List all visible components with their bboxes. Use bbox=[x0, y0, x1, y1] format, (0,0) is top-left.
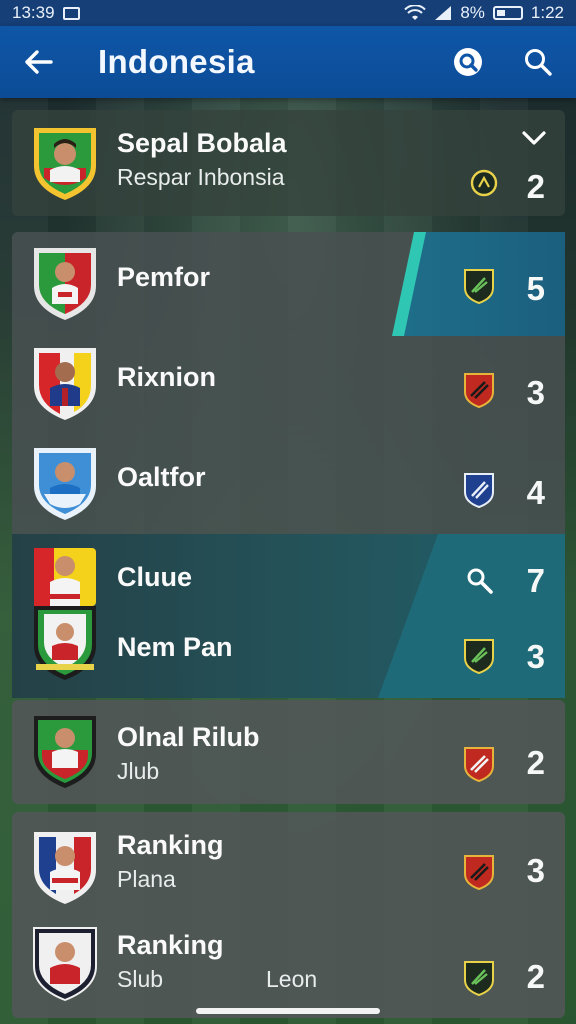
page-title: Indonesia bbox=[98, 43, 255, 80]
team-count: 3 bbox=[526, 638, 545, 675]
search-icon[interactable] bbox=[465, 566, 495, 596]
battery-percent: 8% bbox=[460, 3, 485, 22]
list-item[interactable]: Pemfor 5 bbox=[12, 232, 565, 336]
search-button[interactable] bbox=[518, 42, 558, 82]
battery-icon bbox=[492, 6, 523, 20]
list-item[interactable]: Cluue 7 bbox=[12, 536, 565, 610]
team-name: Oaltfor bbox=[117, 462, 206, 492]
team-count: 3 bbox=[526, 852, 545, 889]
header-card[interactable]: Sepal Bobala Respar Inbonsia 2 bbox=[12, 110, 565, 216]
home-indicator[interactable] bbox=[196, 1008, 380, 1014]
status-left: 13:39 bbox=[12, 3, 80, 23]
app-actions bbox=[448, 42, 558, 82]
team-crest bbox=[34, 128, 96, 200]
wifi-icon bbox=[404, 5, 427, 20]
header-count: 2 bbox=[526, 168, 545, 205]
team-crest bbox=[34, 716, 96, 788]
team-count: 5 bbox=[526, 270, 545, 307]
list-item[interactable]: Olnal Rilub Jlub 2 bbox=[12, 700, 565, 804]
search-icon bbox=[525, 49, 552, 76]
team-crest bbox=[34, 548, 96, 606]
team-name: Pemfor bbox=[117, 262, 211, 292]
status-time-right: 1:22 bbox=[530, 3, 564, 22]
signal-icon bbox=[435, 6, 452, 20]
team-list-card: Pemfor 5 Rixnion 3 Oaltfor 4 Cluue 7 Nem… bbox=[12, 232, 565, 698]
team-count: 7 bbox=[526, 562, 545, 599]
list-item[interactable]: Nem Pan 3 bbox=[12, 602, 565, 698]
app-bar: Indonesia bbox=[0, 26, 576, 98]
back-arrow-icon bbox=[25, 50, 53, 74]
team-crest bbox=[34, 606, 96, 680]
team-count: 4 bbox=[526, 474, 545, 511]
team-crest bbox=[33, 927, 97, 1002]
club-badge-icon bbox=[464, 269, 494, 304]
list-item[interactable]: Oaltfor 4 bbox=[12, 436, 565, 536]
team-count: 2 bbox=[526, 744, 545, 781]
team-count: 3 bbox=[526, 374, 545, 411]
header-name: Sepal Bobala bbox=[117, 128, 287, 158]
team-name: Rixnion bbox=[117, 362, 216, 392]
team-crest bbox=[34, 348, 96, 420]
filter-search-button[interactable] bbox=[448, 42, 488, 82]
club-badge-icon bbox=[464, 855, 494, 890]
notification-icon bbox=[62, 6, 80, 20]
team-sub: Jlub bbox=[117, 758, 160, 784]
team-sub: Slub bbox=[117, 966, 164, 992]
team-crest bbox=[34, 248, 96, 320]
search-circle-icon bbox=[454, 48, 482, 76]
team-name: Ranking bbox=[117, 930, 224, 960]
club-badge-icon bbox=[464, 373, 494, 408]
team-list-card[interactable]: Olnal Rilub Jlub 2 bbox=[12, 700, 565, 804]
status-bar: 13:39 8% 1:22 bbox=[0, 0, 576, 26]
club-badge-icon bbox=[464, 639, 494, 674]
team-list-card: Ranking Plana 3 Ranking Slub Leon 2 bbox=[12, 812, 565, 1018]
club-badge-icon bbox=[470, 169, 498, 197]
team-name: Nem Pan bbox=[117, 632, 233, 662]
team-extra: Leon bbox=[266, 966, 318, 992]
team-count: 2 bbox=[526, 958, 545, 995]
club-badge-icon bbox=[464, 747, 494, 782]
team-sub: Plana bbox=[117, 866, 176, 892]
team-name: Olnal Rilub bbox=[117, 722, 260, 752]
status-right: 8% 1:22 bbox=[404, 3, 564, 23]
club-badge-icon bbox=[464, 961, 494, 996]
header-sub: Respar Inbonsia bbox=[117, 164, 285, 190]
team-name: Cluue bbox=[117, 562, 193, 592]
list-item[interactable]: Ranking Slub Leon 2 bbox=[12, 916, 565, 1018]
back-button[interactable] bbox=[18, 42, 58, 82]
list-item[interactable]: Rixnion 3 bbox=[12, 336, 565, 436]
chevron-down-icon[interactable] bbox=[521, 128, 547, 148]
team-crest bbox=[34, 832, 96, 904]
team-crest bbox=[34, 448, 96, 520]
status-time-left: 13:39 bbox=[12, 3, 55, 22]
list-item[interactable]: Ranking Plana 3 bbox=[12, 812, 565, 916]
club-badge-icon bbox=[464, 473, 494, 508]
team-name: Ranking bbox=[117, 830, 224, 860]
